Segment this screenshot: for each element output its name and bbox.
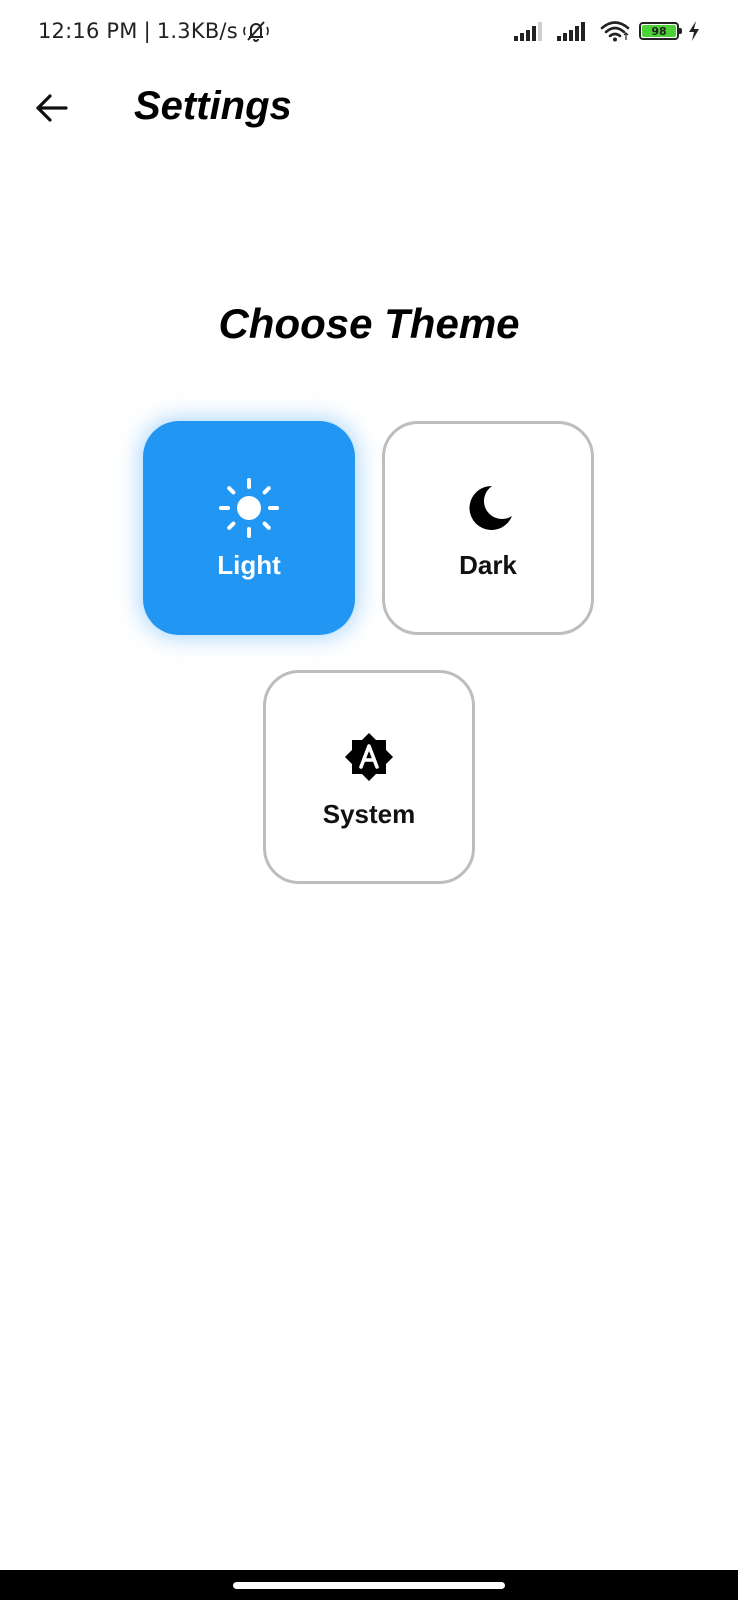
theme-option-label: System	[322, 799, 416, 829]
battery-level: 98	[651, 24, 667, 38]
theme-option-dark[interactable]: Dark	[382, 421, 594, 635]
mute-bell-icon	[242, 18, 270, 44]
status-bar: 12:16 PM | 1.3KB/s 98	[0, 0, 738, 68]
back-button[interactable]	[30, 86, 74, 130]
arrow-left-icon	[36, 94, 68, 122]
brightness-auto-icon	[337, 725, 401, 789]
app-bar: Settings	[0, 68, 738, 144]
status-right: 98	[514, 20, 700, 42]
page-title: Settings	[134, 84, 292, 128]
status-separator: |	[143, 19, 151, 43]
theme-option-label: Light	[217, 550, 281, 580]
moon-icon	[456, 476, 520, 540]
battery-icon: 98	[639, 22, 682, 40]
home-indicator[interactable]	[233, 1582, 505, 1589]
choose-theme-heading: Choose Theme	[218, 300, 520, 347]
charging-icon	[688, 21, 700, 41]
status-net-speed: 1.3KB/s	[156, 19, 238, 43]
theme-option-label: Dark	[459, 550, 517, 580]
navigation-bar	[0, 1570, 738, 1600]
theme-option-light[interactable]: Light	[143, 421, 355, 635]
status-time: 12:16 PM	[38, 19, 138, 43]
theme-option-system[interactable]: System	[263, 670, 475, 884]
status-left: 12:16 PM | 1.3KB/s	[38, 18, 270, 44]
wifi-icon	[600, 20, 630, 42]
signal-icon	[514, 21, 548, 41]
sun-icon	[217, 476, 281, 540]
signal-icon	[557, 21, 591, 41]
